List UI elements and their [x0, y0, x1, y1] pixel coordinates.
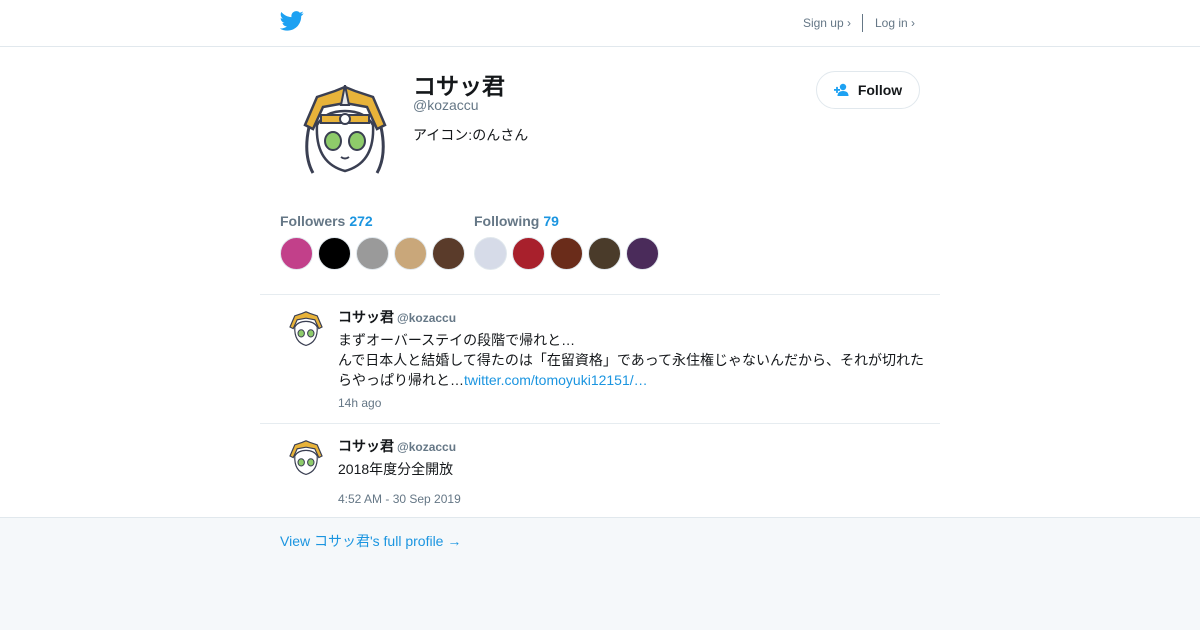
footer: View コサッ君's full profile →: [0, 517, 1200, 630]
follower-avatar[interactable]: [432, 237, 465, 270]
login-link[interactable]: Log in ›: [875, 16, 915, 30]
tweet-text-line: んで日本人と結婚して得たのは「在留資格」であって永住権じゃないんだから、それが切…: [338, 352, 925, 368]
following-avatar[interactable]: [588, 237, 621, 270]
profile-avatar[interactable]: [295, 85, 395, 185]
following-avatar[interactable]: [512, 237, 545, 270]
profile-bio: アイコン:のんさん: [413, 127, 529, 143]
tweet-item[interactable]: コサッ君 @kozaccu まずオーバーステイの段階で帰れと… んで日本人と結婚し…: [260, 294, 940, 423]
tweet-author-handle[interactable]: @kozaccu: [397, 440, 456, 454]
follower-avatar[interactable]: [394, 237, 427, 270]
following-block: Following 79: [474, 213, 664, 270]
profile-handle: @kozaccu: [413, 97, 479, 113]
tweet-header: コサッ君 @kozaccu: [338, 307, 456, 327]
twitter-bird-icon[interactable]: [280, 11, 304, 31]
tweet-timestamp[interactable]: 4:52 AM - 30 Sep 2019: [338, 492, 461, 506]
following-count[interactable]: 79: [543, 213, 559, 229]
profile-card: コサッ君 @kozaccu アイコン:のんさん Follow Followers…: [0, 47, 1200, 517]
follow-button[interactable]: Follow: [816, 71, 920, 109]
followers-block: Followers 272: [280, 213, 470, 270]
divider: [861, 14, 863, 32]
following-avatar[interactable]: [474, 237, 507, 270]
tweet-header: コサッ君 @kozaccu: [338, 436, 456, 456]
add-user-icon: [833, 83, 849, 96]
follower-avatars: [280, 237, 470, 270]
tweet-author-name[interactable]: コサッ君: [338, 438, 394, 454]
following-avatar[interactable]: [626, 237, 659, 270]
followers-label[interactable]: Followers: [280, 213, 345, 229]
follow-button-label: Follow: [857, 82, 903, 98]
top-bar: Sign up › Log in ›: [0, 0, 1200, 47]
tweet-text: 2018年度分全開放: [338, 461, 454, 477]
followers-count[interactable]: 272: [349, 213, 372, 229]
signup-link[interactable]: Sign up ›: [803, 16, 851, 30]
full-profile-link[interactable]: View コサッ君's full profile →: [280, 531, 461, 551]
follower-avatar[interactable]: [280, 237, 313, 270]
following-label[interactable]: Following: [474, 213, 539, 229]
tweet-timestamp[interactable]: 14h ago: [338, 396, 381, 410]
follower-avatar[interactable]: [356, 237, 389, 270]
following-avatar[interactable]: [550, 237, 583, 270]
auth-links: Sign up › Log in ›: [803, 14, 915, 32]
tweet-avatar[interactable]: [286, 440, 326, 480]
profile-name: コサッ君: [413, 73, 505, 99]
tweet-text-line: まずオーバーステイの段階で帰れと…: [338, 332, 576, 348]
tweet-link[interactable]: twitter.com/tomoyuki12151/…: [464, 372, 648, 388]
tweet-text: まずオーバーステイの段階で帰れと… んで日本人と結婚して得たのは「在留資格」であ…: [338, 330, 930, 390]
tweet-author-name[interactable]: コサッ君: [338, 309, 394, 325]
following-avatars: [474, 237, 664, 270]
tweet-avatar[interactable]: [286, 311, 326, 351]
tweet-item[interactable]: コサッ君 @kozaccu 2018年度分全開放 4:52 AM - 30 Sep…: [260, 423, 940, 517]
tweet-text-line: らやっぱり帰れと…: [338, 372, 464, 388]
tweet-author-handle[interactable]: @kozaccu: [397, 311, 456, 325]
follower-avatar[interactable]: [318, 237, 351, 270]
